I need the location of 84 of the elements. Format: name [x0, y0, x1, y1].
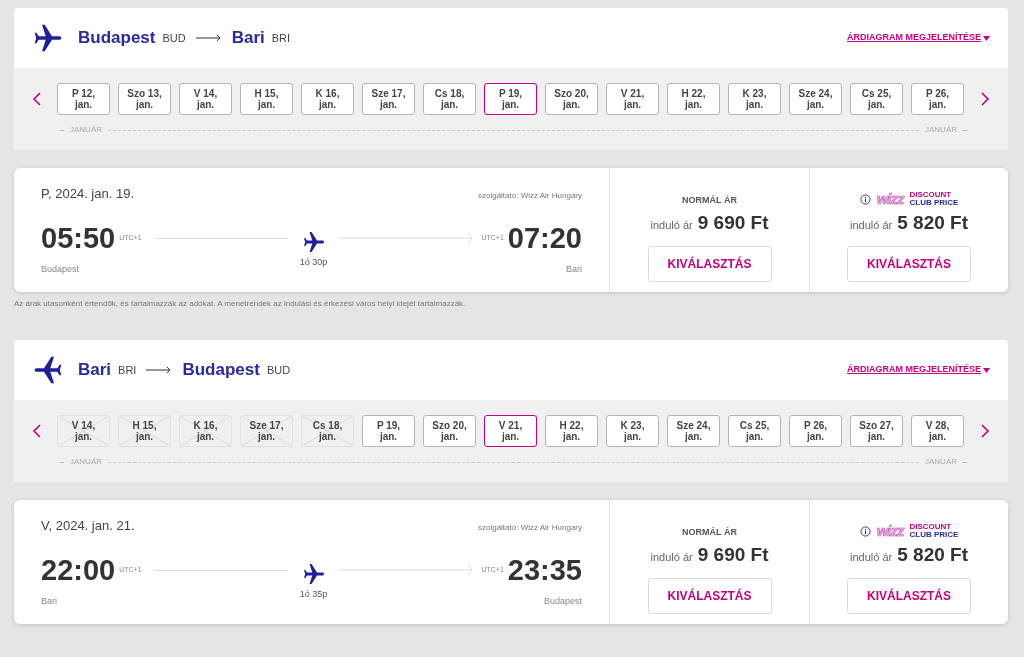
date-chip[interactable]: Cs 25, jan.	[728, 415, 781, 447]
fare-price: 5 820 Ft	[897, 211, 968, 235]
month-label: JANUÁR	[925, 456, 957, 468]
arrow-icon	[146, 366, 173, 374]
departure-time: 22:00	[41, 553, 116, 589]
date-chip[interactable]: H 22, jan.	[667, 83, 720, 115]
date-chip[interactable]: Szo 20, jan.	[423, 415, 476, 447]
departure-time: 05:50	[41, 221, 116, 257]
date-chip[interactable]: Szo 13, jan.	[118, 83, 171, 115]
select-button[interactable]: KIVÁLASZTÁS	[847, 245, 971, 282]
date-chip[interactable]: P 19, jan.	[362, 415, 415, 447]
destination-code: BUD	[266, 362, 291, 378]
caret-icon	[983, 35, 990, 41]
from-label: induló ár	[650, 550, 693, 565]
origin-code: BRI	[118, 362, 137, 378]
origin-code: BUD	[162, 30, 186, 46]
date-chip[interactable]: Cs 25, jan.	[850, 83, 903, 115]
price-chart-link[interactable]: ÁRDIAGRAM MEGJELENÍTÉSE	[847, 363, 990, 377]
departure-city: Bari	[41, 595, 57, 608]
date-chip[interactable]: Sze 24, jan.	[789, 83, 842, 115]
arrival-time: 23:35	[507, 553, 582, 589]
flight-date: P, 2024. jan. 19.	[41, 185, 134, 203]
date-chip[interactable]: Cs 18, jan.	[423, 83, 476, 115]
date-chip[interactable]: H 22, jan.	[545, 415, 598, 447]
fare-title: NORMÁL ÁR	[682, 194, 737, 207]
plane-icon	[32, 354, 64, 386]
date-chip[interactable]: Sze 17, jan.	[362, 83, 415, 115]
date-chip[interactable]: V 28, jan.	[911, 415, 964, 447]
date-chip[interactable]: K 16, jan.	[301, 83, 354, 115]
arrow-icon	[195, 34, 222, 42]
date-chip[interactable]: V 21, jan.	[606, 83, 659, 115]
date-chip[interactable]: P 12, jan.	[57, 83, 110, 115]
date-chip[interactable]: Szo 27, jan.	[850, 415, 903, 447]
fare-price: 5 820 Ft	[897, 543, 968, 567]
origin-city: Bari	[78, 359, 112, 382]
destination-city: Bari	[231, 27, 265, 50]
arrival-time: 07:20	[507, 221, 582, 257]
flight-date: V, 2024. jan. 21.	[41, 517, 135, 535]
flight-duration: 1ó 35p	[299, 587, 328, 601]
month-label: JANUÁR	[925, 124, 957, 136]
date-chip[interactable]: Sze 24, jan.	[667, 415, 720, 447]
origin-city: Budapest	[78, 27, 156, 50]
info-icon[interactable]	[859, 525, 871, 537]
departure-city: Budapest	[41, 263, 80, 276]
fare-price: 9 690 Ft	[697, 543, 769, 567]
select-button[interactable]: KIVÁLASZTÁS	[647, 577, 772, 614]
from-label: induló ár	[850, 218, 893, 233]
fare-price: 9 690 Ft	[697, 211, 769, 235]
from-label: induló ár	[650, 218, 693, 233]
wizz-logo: wizz	[876, 523, 904, 539]
operator-text: szolgáltató: Wizz Air Hungary	[477, 190, 582, 202]
date-chip[interactable]: P 26, jan.	[789, 415, 842, 447]
date-chip[interactable]: P 26, jan.	[911, 83, 964, 115]
fare-title: NORMÁL ÁR	[682, 526, 737, 539]
date-chip[interactable]: V 14, jan.	[179, 83, 232, 115]
date-chip[interactable]: K 23, jan.	[728, 83, 781, 115]
price-note: Az árak utasonként értendők, és tartalmazzák az adókat. A menetrendek az indulási és érkezési város helyi idejét tartalmazzák.	[14, 298, 467, 310]
club-title: DISCOUNT	[909, 523, 953, 531]
destination-city: Budapest	[182, 359, 260, 382]
operator-text: szolgáltató: Wizz Air Hungary	[477, 522, 582, 534]
select-button[interactable]: KIVÁLASZTÁS	[647, 245, 772, 282]
plane-icon	[301, 229, 326, 254]
select-button[interactable]: KIVÁLASZTÁS	[847, 577, 971, 614]
from-label: induló ár	[850, 550, 893, 565]
wizz-logo: wizz	[876, 191, 904, 207]
plane-icon	[301, 561, 326, 586]
info-icon[interactable]	[859, 193, 871, 205]
arrival-city: Budapest	[543, 595, 582, 608]
caret-icon	[983, 367, 990, 373]
destination-code: BRI	[271, 30, 291, 46]
date-chip[interactable]: V 21, jan.	[484, 415, 537, 447]
date-chip[interactable]: P 19, jan.	[484, 83, 537, 115]
month-label: JANUÁR	[70, 456, 102, 468]
club-title: CLUB PRICE	[909, 531, 959, 539]
price-chart-link[interactable]: ÁRDIAGRAM MEGJELENÍTÉSE	[847, 31, 990, 45]
plane-icon	[32, 22, 64, 54]
month-label: JANUÁR	[70, 124, 102, 136]
club-title: CLUB PRICE	[909, 199, 959, 207]
date-chip[interactable]: H 15, jan.	[240, 83, 293, 115]
date-chip[interactable]: K 23, jan.	[606, 415, 659, 447]
arrival-city: Bari	[566, 263, 582, 276]
flight-duration: 1ó 30p	[299, 255, 328, 269]
club-title: DISCOUNT	[909, 191, 953, 199]
date-chip[interactable]: Szo 20, jan.	[545, 83, 598, 115]
